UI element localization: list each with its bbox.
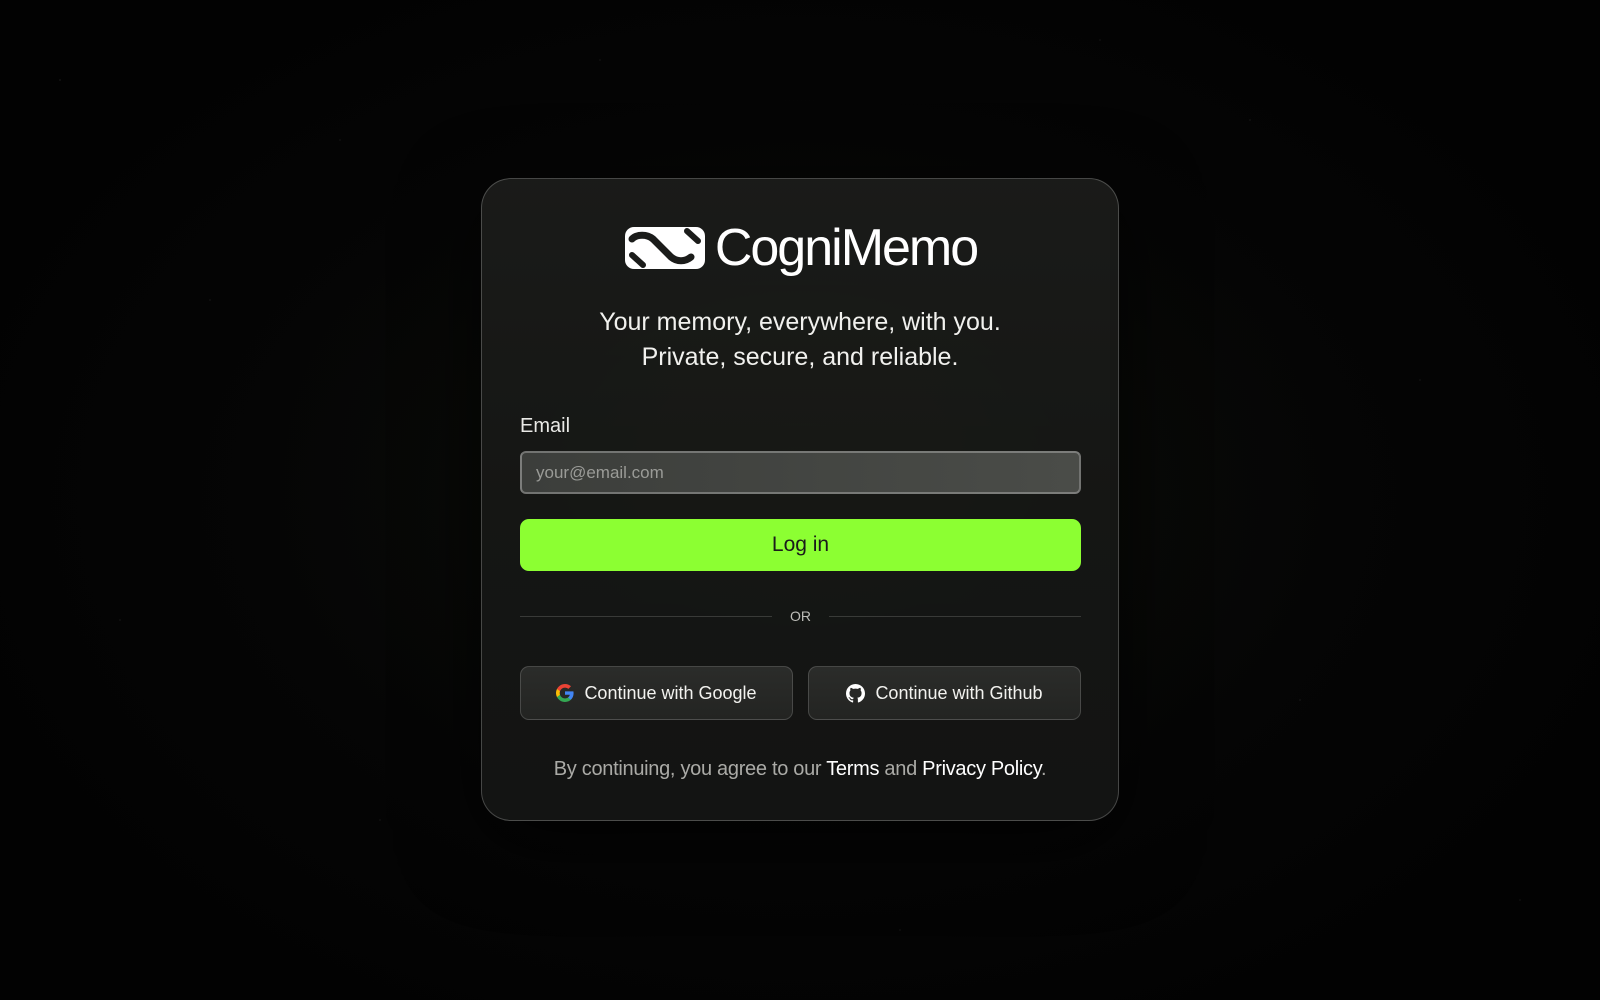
- privacy-policy-link[interactable]: Privacy Policy: [922, 758, 1041, 780]
- or-divider: OR: [520, 606, 1081, 626]
- brand-name: CogniMemo: [714, 219, 979, 277]
- legal-suffix: .: [1040, 758, 1047, 780]
- legal-prefix: By continuing, you agree to our: [553, 758, 822, 780]
- login-button[interactable]: Log in: [520, 519, 1081, 571]
- github-icon: [846, 683, 866, 703]
- email-field[interactable]: [520, 451, 1081, 494]
- login-card: CogniMemo Your memory, everywhere, with …: [481, 178, 1119, 821]
- tagline: Your memory, everywhere, with you. Priva…: [482, 305, 1118, 375]
- google-icon: [556, 684, 575, 702]
- legal-conjunction: and: [884, 758, 917, 780]
- page-background: CogniMemo Your memory, everywhere, with …: [0, 0, 1600, 1000]
- divider-text: OR: [790, 608, 811, 624]
- cognimemo-logo-icon: [624, 227, 705, 269]
- continue-with-github-button[interactable]: Continue with Github: [808, 666, 1081, 720]
- email-label: Email: [520, 415, 571, 437]
- tagline-line-2: Private, secure, and reliable.: [641, 343, 959, 371]
- terms-link[interactable]: Terms: [826, 758, 879, 780]
- tagline-line-1: Your memory, everywhere, with you.: [599, 308, 1001, 336]
- github-button-label: Continue with Github: [875, 682, 1043, 703]
- divider-line-right: [829, 615, 1081, 617]
- continue-with-google-button[interactable]: Continue with Google: [520, 666, 793, 720]
- divider-line-left: [520, 615, 772, 617]
- brand-logo: CogniMemo: [482, 217, 1118, 279]
- google-button-label: Continue with Google: [584, 682, 757, 703]
- legal-notice: By continuing, you agree to our Terms an…: [482, 758, 1118, 781]
